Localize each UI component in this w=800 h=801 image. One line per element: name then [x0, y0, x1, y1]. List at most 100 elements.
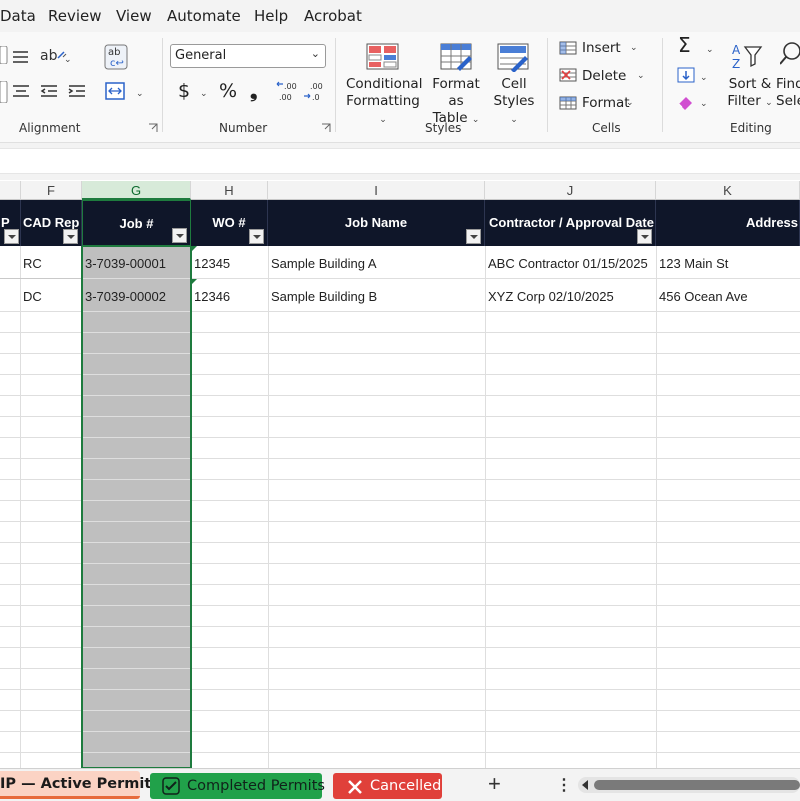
number-format-select[interactable]: General ⌄ — [170, 44, 326, 68]
cell-styles-button[interactable]: Cell Styles ⌄ — [488, 76, 540, 129]
insert-dropdown-icon[interactable]: ⌄ — [630, 40, 638, 57]
svg-text:ab: ab — [40, 48, 58, 64]
svg-text:c↩: c↩ — [110, 58, 124, 69]
format-cells-icon[interactable] — [559, 95, 577, 111]
decrease-decimal-icon[interactable]: .00.0 — [302, 80, 326, 104]
cell-job[interactable]: 3-7039-00001 — [85, 256, 166, 271]
find-select-line2: Sele — [776, 93, 800, 109]
add-sheet-button[interactable]: + — [488, 771, 501, 797]
decrease-indent-icon[interactable] — [40, 84, 58, 100]
merge-center-icon[interactable] — [104, 80, 126, 102]
increase-decimal-icon[interactable]: .00.00 — [274, 80, 298, 104]
cell-cad-rep[interactable]: RC — [23, 256, 42, 271]
clear-dropdown-icon[interactable]: ⌄ — [700, 96, 708, 113]
table-header-job[interactable]: Job # — [82, 200, 191, 246]
cell-contractor[interactable]: XYZ Corp 02/10/2025 — [488, 289, 614, 304]
column-header-i[interactable]: I — [268, 181, 485, 200]
column-header-h[interactable]: H — [191, 181, 268, 200]
table-header-cad-rep[interactable]: CAD Rep — [21, 200, 82, 246]
find-search-icon[interactable] — [780, 40, 800, 70]
table-header-address[interactable]: Address — [656, 200, 800, 246]
filter-dropdown-icon[interactable] — [466, 229, 481, 244]
spreadsheet-grid[interactable]: RC 3-7039-00001 12345 Sample Building A … — [0, 246, 800, 768]
align-middle-icon[interactable] — [12, 50, 30, 64]
autosum-dropdown-icon[interactable]: ⌄ — [706, 42, 714, 59]
conditional-formatting-button[interactable]: Conditional Formatting ⌄ — [346, 76, 422, 129]
cell-job[interactable]: 3-7039-00002 — [85, 289, 166, 304]
column-header-k[interactable]: K — [656, 181, 800, 200]
cell-styles-line1: Cell — [501, 76, 527, 92]
filter-dropdown-icon[interactable] — [249, 229, 264, 244]
fill-icon[interactable] — [677, 67, 695, 83]
insert-cells-icon[interactable] — [559, 40, 577, 56]
cell-address[interactable]: 123 Main St — [659, 256, 728, 271]
delete-dropdown-icon[interactable]: ⌄ — [637, 68, 645, 85]
align-center-icon[interactable] — [12, 84, 30, 100]
menu-help[interactable]: Help — [254, 7, 288, 25]
sort-filter-button[interactable]: Sort & Filter ⌄ — [725, 76, 775, 112]
alignment-launcher-icon[interactable] — [148, 123, 158, 133]
column-header-e[interactable] — [0, 181, 21, 200]
merge-dropdown-icon[interactable]: ⌄ — [136, 86, 144, 103]
conditional-formatting-icon[interactable] — [366, 42, 400, 72]
delete-cells-icon[interactable] — [559, 67, 577, 83]
cell-wo[interactable]: 12345 — [194, 256, 230, 271]
column-header-j[interactable]: J — [485, 181, 656, 200]
cell-cad-rep[interactable]: DC — [23, 289, 42, 304]
horizontal-scrollbar[interactable] — [578, 777, 800, 793]
checkbox-icon — [162, 777, 180, 795]
sheet-tab-completed-permits[interactable]: Completed Permits — [150, 773, 325, 799]
menu-acrobat[interactable]: Acrobat — [304, 7, 362, 25]
format-button[interactable]: Format — [582, 95, 630, 112]
cell-styles-icon[interactable] — [497, 42, 531, 72]
insert-button[interactable]: Insert — [582, 40, 621, 57]
formula-bar[interactable] — [0, 148, 800, 174]
align-left-icon[interactable] — [0, 81, 8, 103]
menu-data[interactable]: Data — [0, 7, 36, 25]
table-header-wo[interactable]: WO # — [191, 200, 268, 246]
scrollbar-thumb[interactable] — [594, 780, 800, 790]
more-options-icon[interactable]: ⋮ — [556, 775, 572, 795]
column-header-g[interactable]: G — [82, 181, 191, 200]
table-header-job-name[interactable]: Job Name — [268, 200, 485, 246]
percent-icon[interactable]: % — [219, 82, 237, 101]
cell-contractor[interactable]: ABC Contractor 01/15/2025 — [488, 256, 648, 271]
sheet-tab-completed-label: Completed Permits — [187, 778, 325, 794]
filter-dropdown-icon[interactable] — [637, 229, 652, 244]
filter-dropdown-icon[interactable] — [172, 228, 187, 243]
delete-button[interactable]: Delete — [582, 68, 626, 85]
comma-style-icon[interactable]: ❟ — [250, 82, 257, 101]
align-top-icon[interactable] — [0, 46, 8, 64]
scroll-left-icon[interactable] — [582, 780, 588, 790]
chevron-down-icon: ⌄ — [510, 115, 518, 125]
wrap-text-icon[interactable]: abc↩ — [104, 44, 128, 70]
table-header-partial-label: P — [1, 215, 10, 230]
filter-dropdown-icon[interactable] — [63, 229, 78, 244]
table-header-contractor[interactable]: Contractor / Approval Date — [485, 200, 656, 246]
sheet-tab-active-label: IP — Active Permits — [0, 776, 160, 792]
filter-dropdown-icon[interactable] — [4, 229, 19, 244]
autosum-icon[interactable]: Σ — [678, 35, 691, 55]
currency-dropdown-icon[interactable]: ⌄ — [200, 86, 208, 103]
find-select-button[interactable]: Find Sele — [776, 76, 800, 110]
fill-dropdown-icon[interactable]: ⌄ — [700, 70, 708, 87]
table-header-partial[interactable]: P — [0, 200, 21, 246]
number-launcher-icon[interactable] — [321, 123, 331, 133]
menu-automate[interactable]: Automate — [167, 7, 241, 25]
menu-view[interactable]: View — [116, 7, 152, 25]
column-header-f[interactable]: F — [21, 181, 82, 200]
clear-eraser-icon[interactable] — [677, 95, 695, 111]
menu-review[interactable]: Review — [48, 7, 102, 25]
cell-wo[interactable]: 12346 — [194, 289, 230, 304]
currency-icon[interactable]: $ — [178, 82, 190, 101]
cell-job-name[interactable]: Sample Building A — [271, 256, 377, 271]
sort-filter-icon[interactable]: AZ — [731, 42, 765, 72]
orientation-dropdown-icon[interactable]: ⌄ — [64, 52, 72, 69]
cell-job-name[interactable]: Sample Building B — [271, 289, 377, 304]
increase-indent-icon[interactable] — [68, 84, 86, 100]
format-as-table-icon[interactable] — [440, 42, 474, 72]
sheet-tab-active-permits[interactable]: IP — Active Permits — [0, 771, 160, 799]
cell-address[interactable]: 456 Ocean Ave — [659, 289, 748, 304]
format-dropdown-icon[interactable]: ⌄ — [626, 95, 634, 112]
sheet-tab-cancelled[interactable]: Cancelled — [333, 773, 442, 799]
